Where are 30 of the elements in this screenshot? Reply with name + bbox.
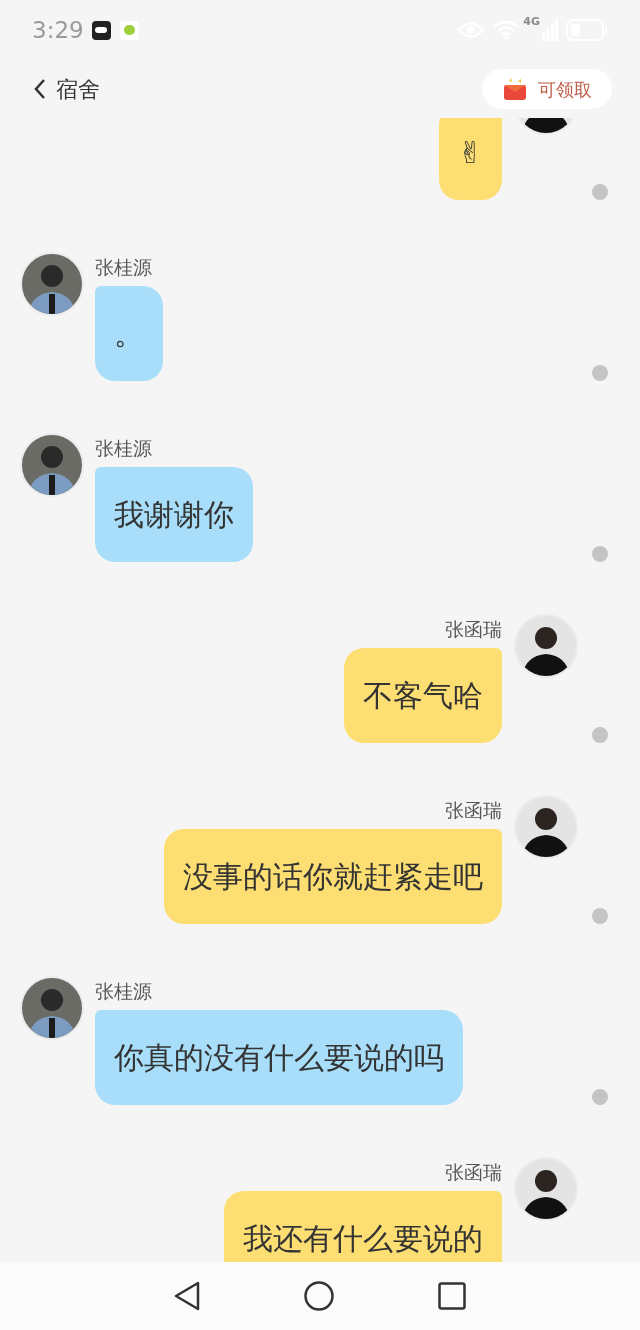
avatar[interactable] [514, 1157, 578, 1221]
message-bubble: 我谢谢你 [95, 467, 253, 562]
message-bubble: 没事的话你就赶紧走吧 [164, 829, 502, 924]
back-icon[interactable] [174, 1281, 200, 1311]
back-button[interactable]: 宿舍 [34, 72, 100, 106]
app-icon [119, 20, 139, 40]
message-bubble: 我还有什么要说的 [224, 1191, 502, 1262]
home-icon[interactable] [304, 1281, 334, 1311]
sender-name: 张函瑞 [445, 798, 502, 822]
reward-button[interactable]: 可领取 [482, 69, 612, 109]
avatar[interactable] [514, 795, 578, 859]
sender-name: 张函瑞 [445, 1160, 502, 1184]
app-icon [91, 20, 111, 40]
sender-name: 张桂源 [95, 255, 152, 279]
message-bubble: ✌ [438, 118, 502, 200]
sender-name: 张函瑞 [445, 617, 502, 641]
status-time: 3:29 [32, 15, 84, 45]
recents-icon[interactable] [438, 1282, 466, 1310]
avatar[interactable] [514, 614, 578, 678]
avatar[interactable] [20, 252, 84, 316]
avatar[interactable] [20, 433, 84, 497]
avatar[interactable] [20, 976, 84, 1040]
sender-name: 张桂源 [95, 979, 152, 1003]
message-bubble: 你真的没有什么要说的吗 [95, 1010, 463, 1105]
gift-icon [502, 77, 528, 101]
message-bubble: 不客气哈 [344, 648, 502, 743]
sender-name: 张桂源 [95, 436, 152, 460]
network-type: 4G [523, 14, 540, 30]
back-icon [34, 78, 46, 100]
message-bubble: 。 [95, 286, 163, 381]
